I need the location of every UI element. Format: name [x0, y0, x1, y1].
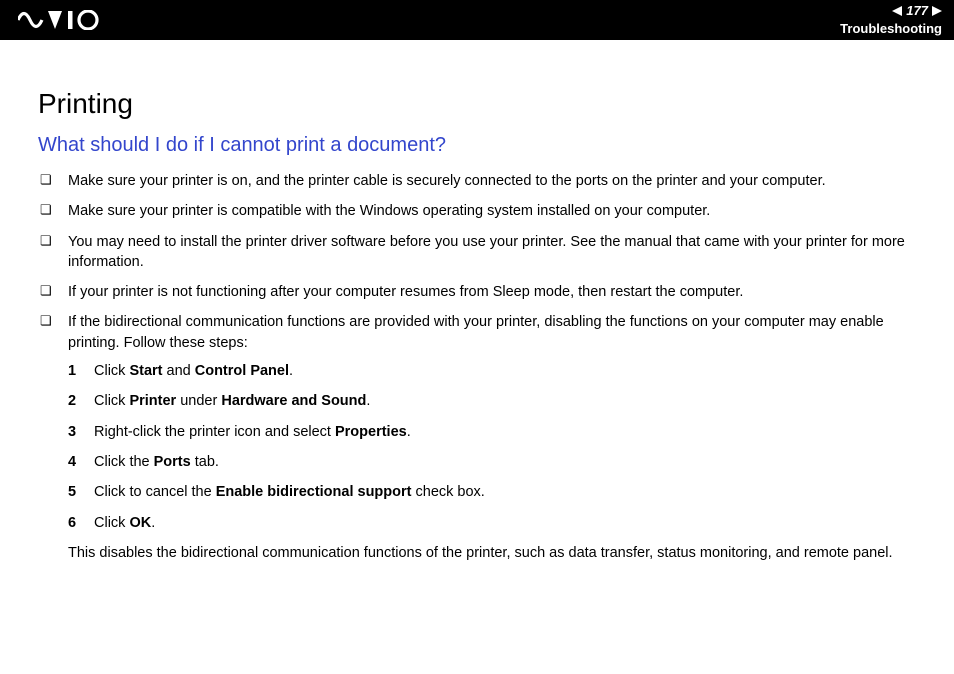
- page-number: 177: [906, 3, 928, 19]
- bullet-text: Make sure your printer is compatible wit…: [68, 203, 710, 219]
- step-item: Click Printer under Hardware and Sound.: [68, 391, 916, 411]
- list-item: You may need to install the printer driv…: [38, 232, 916, 273]
- bullet-list: Make sure your printer is on, and the pr…: [38, 171, 916, 563]
- header-right: 177 Troubleshooting: [840, 3, 942, 36]
- list-item: Make sure your printer is compatible wit…: [38, 201, 916, 221]
- step-item: Click OK.: [68, 513, 916, 533]
- step-item: Right-click the printer icon and select …: [68, 422, 916, 442]
- content-area: Printing What should I do if I cannot pr…: [0, 40, 954, 593]
- bullet-text: If your printer is not functioning after…: [68, 284, 743, 300]
- nav-prev-icon[interactable]: [892, 6, 902, 16]
- list-item: If the bidirectional communication funct…: [38, 312, 916, 563]
- step-item: Click the Ports tab.: [68, 452, 916, 472]
- vaio-logo: [18, 10, 110, 30]
- nav-next-icon[interactable]: [932, 6, 942, 16]
- closing-text: This disables the bidirectional communic…: [68, 543, 916, 563]
- list-item: Make sure your printer is on, and the pr…: [38, 171, 916, 191]
- bullet-text: You may need to install the printer driv…: [68, 234, 905, 270]
- section-label: Troubleshooting: [840, 21, 942, 37]
- bullet-text: If the bidirectional communication funct…: [68, 314, 884, 350]
- steps-list: Click Start and Control Panel. Click Pri…: [68, 361, 916, 533]
- page-nav: 177: [840, 3, 942, 19]
- header-bar: 177 Troubleshooting: [0, 0, 954, 40]
- page-title: Printing: [38, 88, 916, 120]
- step-item: Click Start and Control Panel.: [68, 361, 916, 381]
- bullet-text: Make sure your printer is on, and the pr…: [68, 173, 826, 189]
- step-item: Click to cancel the Enable bidirectional…: [68, 482, 916, 502]
- question-heading: What should I do if I cannot print a doc…: [38, 134, 916, 157]
- list-item: If your printer is not functioning after…: [38, 282, 916, 302]
